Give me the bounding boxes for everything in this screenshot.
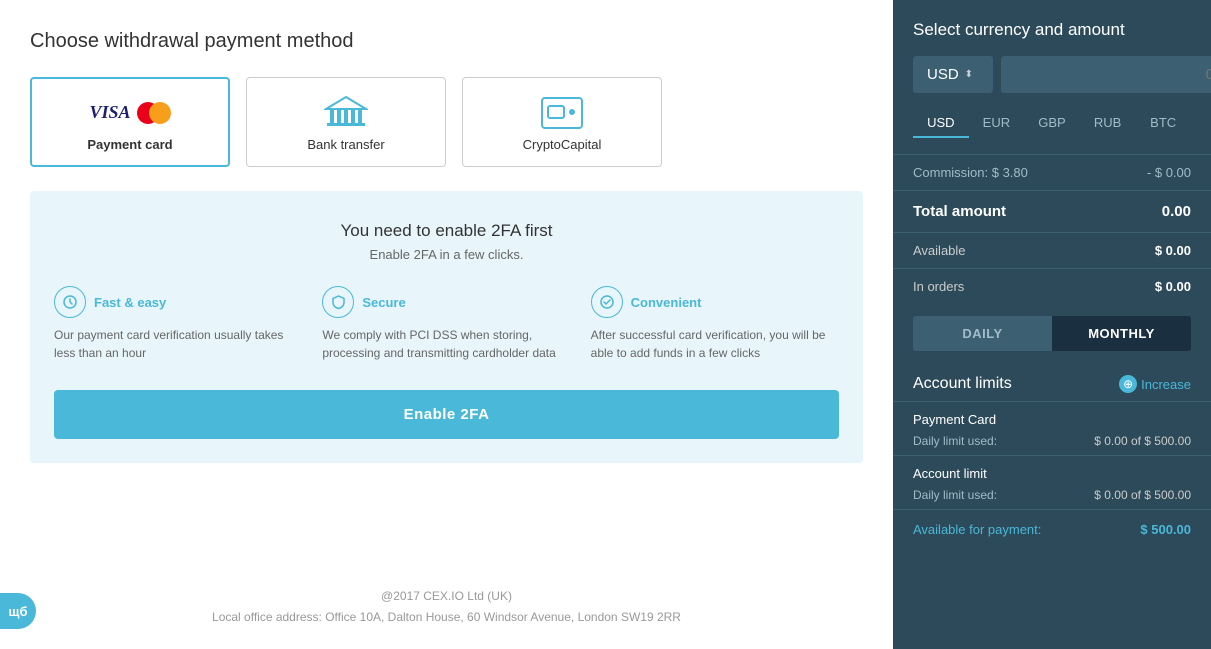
footer: @2017 CEX.IO Ltd (UK) Local office addre… [0,586,893,629]
feature-fast-easy-desc: Our payment card verification usually ta… [54,326,302,362]
bank-transfer-option[interactable]: Bank transfer [246,77,446,167]
currency-selector-row: USD ⬍ [893,56,1211,109]
page-title: Choose withdrawal payment method [30,30,863,53]
shield-icon [322,286,354,318]
tab-monthly[interactable]: MONTHLY [1052,316,1191,351]
tab-usd[interactable]: USD [913,109,969,138]
crypto-capital-option[interactable]: CryptoCapital [462,77,662,167]
period-tabs: DAILY MONTHLY [913,316,1191,351]
available-value: $ 0.00 [1155,243,1191,258]
payment-card-icon: VISA [89,93,170,133]
crypto-capital-label: CryptoCapital [523,137,602,152]
mastercard-icon [137,102,171,124]
payment-card-limit: Payment Card Daily limit used: $ 0.00 of… [893,401,1211,455]
feature-convenient-header: Convenient [591,286,702,318]
footer-line1: @2017 CEX.IO Ltd (UK) [0,586,893,608]
feature-secure: Secure We comply with PCI DSS when stori… [322,286,570,362]
payment-card-limit-title: Payment Card [913,412,1191,427]
twofa-box: You need to enable 2FA first Enable 2FA … [30,191,863,463]
account-limit: Account limit Daily limit used: $ 0.00 o… [893,455,1211,509]
feature-fast-easy-header: Fast & easy [54,286,166,318]
selected-currency: USD [927,66,959,83]
account-limits-header: Account limits ⊕ Increase [893,363,1211,401]
available-label: Available [913,243,966,258]
increase-icon: ⊕ [1119,375,1137,393]
available-payment-value: $ 500.00 [1140,522,1191,537]
chat-bubble[interactable]: щб [0,593,36,629]
payment-card-option[interactable]: VISA Payment card [30,77,230,167]
payment-card-limit-detail: Daily limit used: $ 0.00 of $ 500.00 [913,431,1191,451]
left-panel: Choose withdrawal payment method VISA Pa… [0,0,893,649]
feature-secure-title: Secure [362,295,405,310]
account-limit-label: Daily limit used: [913,488,997,502]
check-icon [591,286,623,318]
bank-icon [324,93,368,133]
clock-icon [54,286,86,318]
feature-fast-easy: Fast & easy Our payment card verificatio… [54,286,302,362]
currency-tabs: USD EUR GBP RUB BTC [893,109,1211,154]
chat-label: щб [9,604,28,619]
total-row: Total amount 0.00 [893,190,1211,232]
bank-transfer-label: Bank transfer [307,137,384,152]
total-value: 0.00 [1162,203,1191,220]
enable-2fa-button[interactable]: Enable 2FA [54,390,839,439]
tab-gbp[interactable]: GBP [1024,109,1080,138]
account-limits-title: Account limits [913,375,1012,393]
available-row: Available $ 0.00 [893,232,1211,268]
available-payment-row: Available for payment: $ 500.00 [893,509,1211,549]
in-orders-label: In orders [913,279,964,294]
payment-methods: VISA Payment card [30,77,863,167]
footer-line2: Local office address: Office 10A, Dalton… [0,607,893,629]
commission-value: - $ 0.00 [1147,165,1191,180]
amount-input[interactable] [1001,56,1211,93]
account-limit-value: $ 0.00 of $ 500.00 [1094,488,1191,502]
commission-row: Commission: $ 3.80 - $ 0.00 [893,154,1211,190]
feature-convenient-title: Convenient [631,295,702,310]
feature-fast-easy-title: Fast & easy [94,295,166,310]
dropdown-arrow: ⬍ [965,69,973,80]
twofa-subtitle: Enable 2FA in a few clicks. [54,247,839,262]
crypto-capital-icon [540,93,584,133]
right-panel: Select currency and amount USD ⬍ USD EUR… [893,0,1211,649]
feature-secure-header: Secure [322,286,405,318]
commission-label: Commission: $ 3.80 [913,165,1028,180]
visa-text: VISA [89,102,130,123]
twofa-title: You need to enable 2FA first [54,221,839,241]
increase-button[interactable]: ⊕ Increase [1119,375,1191,393]
in-orders-row: In orders $ 0.00 [893,268,1211,304]
in-orders-value: $ 0.00 [1155,279,1191,294]
account-limit-title: Account limit [913,466,1191,481]
tab-btc[interactable]: BTC [1135,109,1191,138]
tab-daily[interactable]: DAILY [913,316,1052,351]
payment-card-limit-value: $ 0.00 of $ 500.00 [1094,434,1191,448]
account-limit-detail: Daily limit used: $ 0.00 of $ 500.00 [913,485,1191,505]
payment-card-limit-label: Daily limit used: [913,434,997,448]
feature-convenient-desc: After successful card verification, you … [591,326,839,362]
twofa-features: Fast & easy Our payment card verificatio… [54,286,839,362]
payment-card-label: Payment card [87,137,172,152]
increase-label: Increase [1141,377,1191,392]
total-label: Total amount [913,203,1006,220]
currency-dropdown[interactable]: USD ⬍ [913,56,993,93]
available-payment-label: Available for payment: [913,522,1041,537]
tab-rub[interactable]: RUB [1080,109,1136,138]
feature-convenient: Convenient After successful card verific… [591,286,839,362]
feature-secure-desc: We comply with PCI DSS when storing, pro… [322,326,570,362]
tab-eur[interactable]: EUR [969,109,1025,138]
right-panel-title: Select currency and amount [893,0,1211,56]
